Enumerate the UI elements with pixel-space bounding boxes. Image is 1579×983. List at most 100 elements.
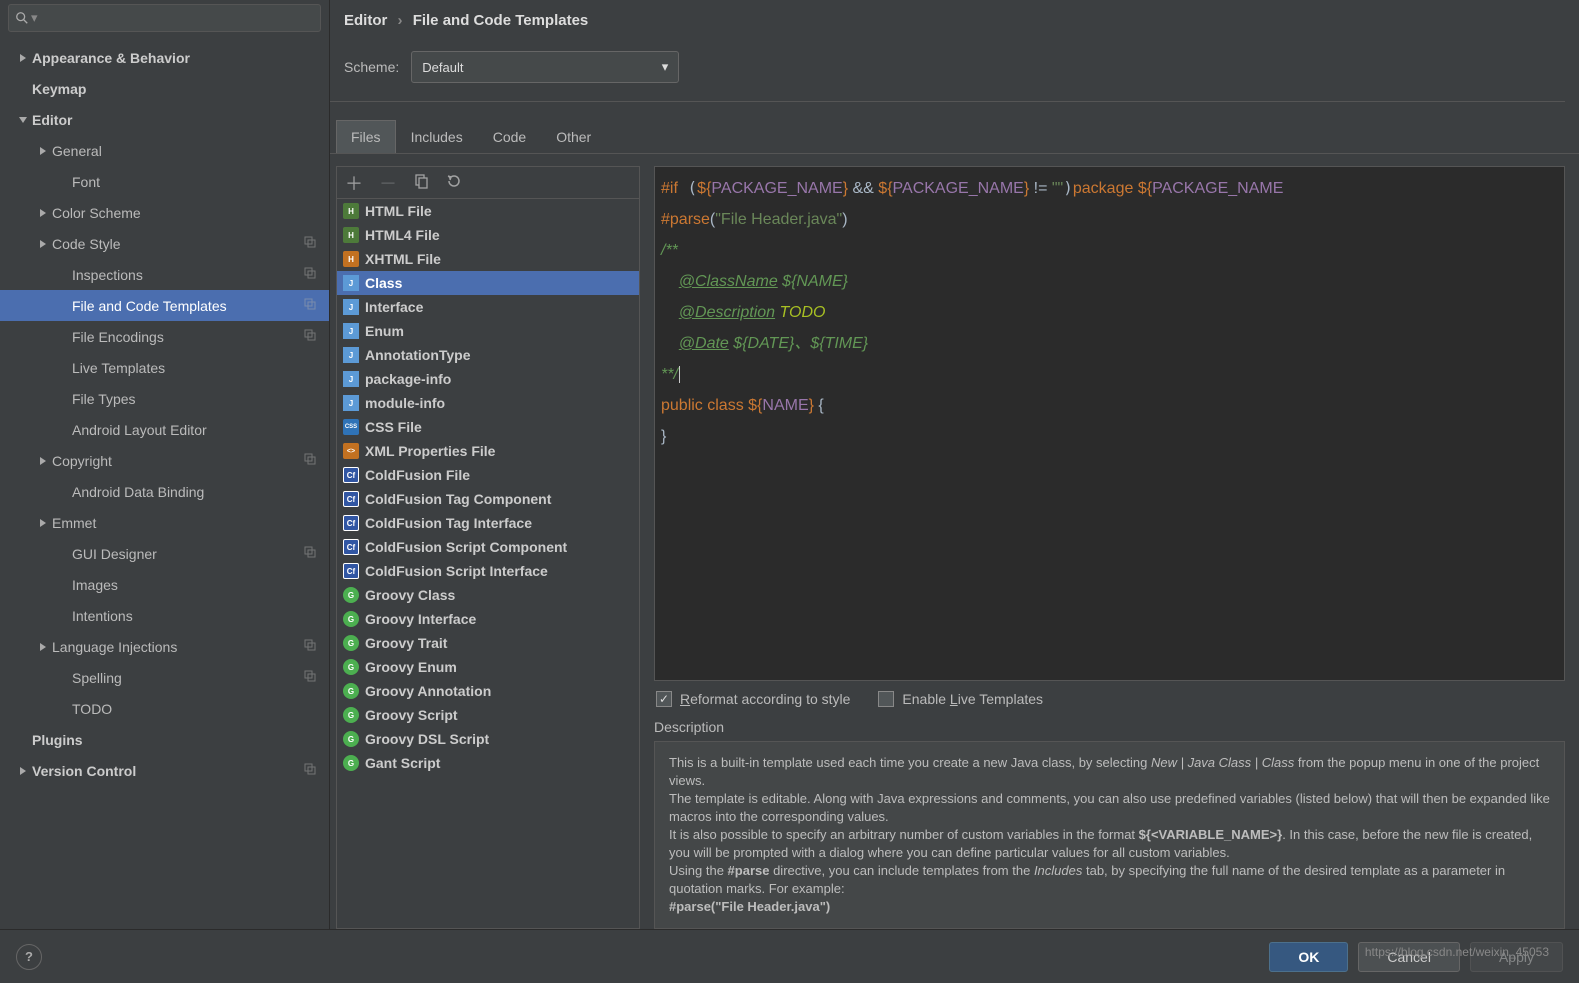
sidebar-item-file-types[interactable]: File Types [0,383,329,414]
sidebar-item-language-injections[interactable]: Language Injections [0,631,329,662]
reformat-label: eformat according to style [690,691,850,707]
sidebar-item-images[interactable]: Images [0,569,329,600]
file-type-icon: CSS [343,419,359,435]
sidebar-item-version-control[interactable]: Version Control [0,755,329,786]
sidebar-item-file-encodings[interactable]: File Encodings [0,321,329,352]
sidebar-item-editor[interactable]: Editor [0,104,329,135]
sidebar-item-label: Spelling [72,670,122,686]
description-box: This is a built-in template used each ti… [654,741,1565,929]
sidebar-item-file-and-code-templates[interactable]: File and Code Templates [0,290,329,321]
file-type-icon: G [343,731,359,747]
template-item-coldfusion-tag-interface[interactable]: CfColdFusion Tag Interface [337,511,639,535]
scope-badge-icon [303,638,317,655]
file-type-icon: J [343,347,359,363]
template-item-coldfusion-script-interface[interactable]: CfColdFusion Script Interface [337,559,639,583]
sidebar-item-appearance-behavior[interactable]: Appearance & Behavior [0,42,329,73]
remove-button[interactable]: － [379,170,397,196]
sidebar-item-android-data-binding[interactable]: Android Data Binding [0,476,329,507]
template-item-interface[interactable]: JInterface [337,295,639,319]
add-button[interactable]: ＋ [345,170,363,196]
file-type-icon: J [343,323,359,339]
template-item-module-info[interactable]: Jmodule-info [337,391,639,415]
template-item-html4-file[interactable]: HHTML4 File [337,223,639,247]
template-item-label: AnnotationType [365,347,471,363]
checkbox-icon [656,691,672,707]
scheme-label: Scheme: [344,59,399,75]
sidebar-item-keymap[interactable]: Keymap [0,73,329,104]
template-item-xml-properties-file[interactable]: <> XML Properties File [337,439,639,463]
template-item-label: XHTML File [365,251,441,267]
template-item-groovy-trait[interactable]: GGroovy Trait [337,631,639,655]
sidebar-item-copyright[interactable]: Copyright [0,445,329,476]
template-item-label: Groovy Script [365,707,458,723]
file-type-icon: Cf [343,491,359,507]
help-button[interactable]: ? [16,944,42,970]
breadcrumb-root[interactable]: Editor [344,12,387,29]
file-type-icon: H [343,203,359,219]
template-item-groovy-enum[interactable]: GGroovy Enum [337,655,639,679]
template-item-label: XML Properties File [365,443,495,459]
tab-code[interactable]: Code [478,120,541,153]
sidebar-item-plugins[interactable]: Plugins [0,724,329,755]
template-item-coldfusion-tag-component[interactable]: Cf ColdFusion Tag Component [337,487,639,511]
template-item-coldfusion-file[interactable]: CfColdFusion File [337,463,639,487]
sidebar-item-label: Android Data Binding [72,484,204,500]
template-item-label: Groovy Trait [365,635,447,651]
sidebar-item-todo[interactable]: TODO [0,693,329,724]
template-toolbar: ＋ － [337,167,639,199]
sidebar-item-android-layout-editor[interactable]: Android Layout Editor [0,414,329,445]
sidebar-item-live-templates[interactable]: Live Templates [0,352,329,383]
file-type-icon: G [343,683,359,699]
sidebar-item-inspections[interactable]: Inspections [0,259,329,290]
search-input[interactable]: ▾ [8,4,321,32]
tab-files[interactable]: Files [336,120,396,153]
enable-live-templates-checkbox[interactable]: Enable Live Templates [878,691,1043,707]
reformat-checkbox[interactable]: Reformat according to style [656,691,850,707]
template-item-groovy-script[interactable]: GGroovy Script [337,703,639,727]
sidebar-item-general[interactable]: General [0,135,329,166]
tab-includes[interactable]: Includes [396,120,478,153]
scope-badge-icon [303,669,317,686]
sidebar-item-label: Color Scheme [52,205,141,221]
template-item-label: ColdFusion File [365,467,470,483]
template-item-groovy-interface[interactable]: GGroovy Interface [337,607,639,631]
template-item-label: ColdFusion Tag Component [365,491,551,507]
template-item-enum[interactable]: J Enum [337,319,639,343]
template-item-class[interactable]: JClass [337,271,639,295]
template-item-package-info[interactable]: Jpackage-info [337,367,639,391]
template-item-xhtml-file[interactable]: HXHTML File [337,247,639,271]
revert-button[interactable] [445,173,461,192]
template-item-label: Groovy Annotation [365,683,491,699]
template-code-editor[interactable]: #if (${PACKAGE_NAME} && ${PACKAGE_NAME} … [654,166,1565,681]
file-type-icon: <> [343,443,359,459]
template-item-annotationtype[interactable]: J AnnotationType [337,343,639,367]
settings-tree: Appearance & Behavior Keymap EditorGeneral… [0,36,329,929]
scheme-select[interactable]: Default ▾ [411,51,679,83]
chevron-down-icon [14,115,32,125]
sidebar-item-label: Keymap [32,81,86,97]
chevron-down-icon: ▾ [662,59,669,75]
ok-button[interactable]: OK [1269,942,1348,972]
template-item-groovy-annotation[interactable]: G Groovy Annotation [337,679,639,703]
template-item-html-file[interactable]: HHTML File [337,199,639,223]
template-item-label: Enum [365,323,404,339]
template-list: HHTML FileHHTML4 FileHXHTML FileJClassJI… [337,199,639,928]
sidebar-item-code-style[interactable]: Code Style [0,228,329,259]
sidebar-item-color-scheme[interactable]: Color Scheme [0,197,329,228]
sidebar-item-spelling[interactable]: Spelling [0,662,329,693]
template-item-css-file[interactable]: CSSCSS File [337,415,639,439]
template-item-groovy-class[interactable]: GGroovy Class [337,583,639,607]
sidebar-item-label: GUI Designer [72,546,157,562]
sidebar-item-font[interactable]: Font [0,166,329,197]
sidebar-item-gui-designer[interactable]: GUI Designer [0,538,329,569]
sidebar-item-emmet[interactable]: Emmet [0,507,329,538]
copy-button[interactable] [413,173,429,192]
tab-other[interactable]: Other [541,120,606,153]
template-item-label: package-info [365,371,451,387]
file-type-icon: G [343,659,359,675]
sidebar-item-intentions[interactable]: Intentions [0,600,329,631]
template-item-coldfusion-script-component[interactable]: CfColdFusion Script Component [337,535,639,559]
template-item-groovy-dsl-script[interactable]: GGroovy DSL Script [337,727,639,751]
template-item-gant-script[interactable]: GGant Script [337,751,639,775]
template-item-label: ColdFusion Script Component [365,539,567,555]
